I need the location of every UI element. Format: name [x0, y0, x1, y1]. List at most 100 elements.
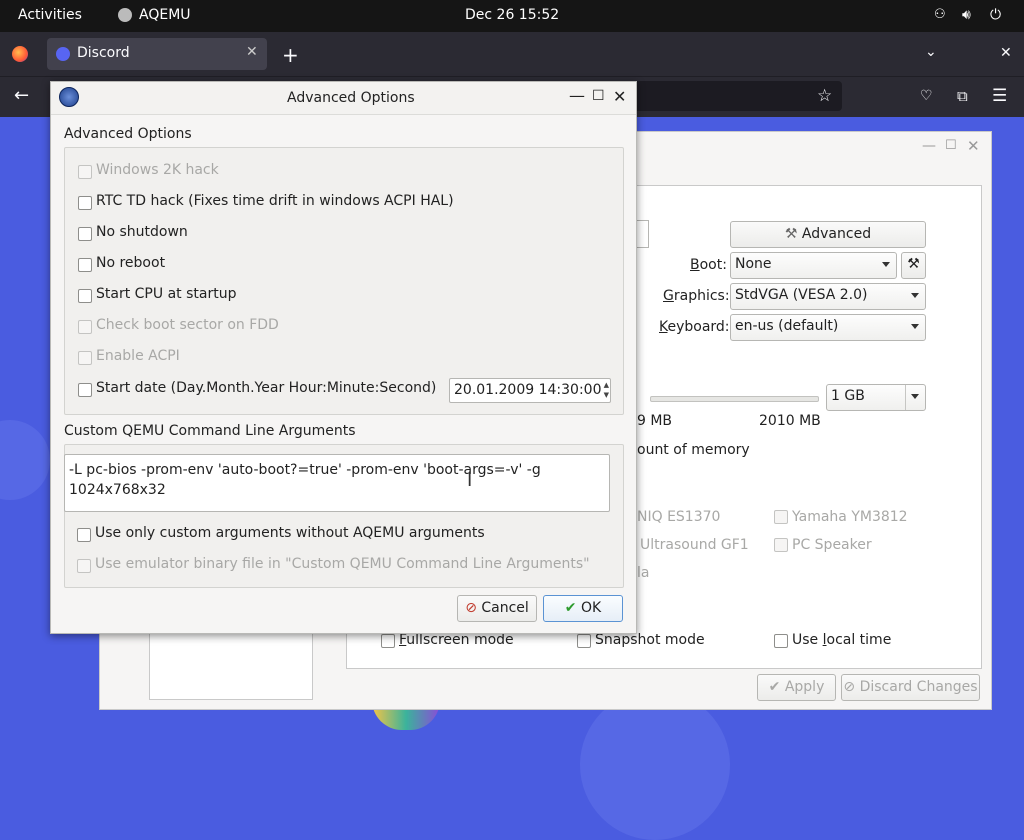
input-edge[interactable] [636, 220, 649, 248]
snapshot-checkbox[interactable] [577, 634, 591, 648]
app-menu[interactable]: AQEMU [139, 7, 191, 23]
chevron-down-icon [911, 293, 919, 298]
cancel-label: Cancel [481, 600, 529, 616]
option-label: No reboot [96, 255, 166, 271]
boot-combo[interactable]: None [730, 252, 897, 279]
chevron-down-icon [911, 394, 919, 399]
maximize-icon[interactable]: ☐ [945, 138, 957, 153]
firefox-icon[interactable] [12, 46, 28, 62]
advanced-button[interactable]: ⚒ Advanced [730, 221, 926, 248]
checkbox[interactable] [78, 383, 92, 397]
advanced-options-dialog: Advanced Options — ☐ ✕ Advanced Options … [50, 81, 637, 634]
sound-pcspk-checkbox[interactable] [774, 538, 788, 552]
ok-button[interactable]: ✔ OK [543, 595, 623, 622]
discard-changes-button[interactable]: ⊘ Discard Changes [841, 674, 980, 701]
memory-min-label: 9 MB [637, 413, 673, 429]
discard-label: Discard Changes [859, 679, 978, 695]
dialog-titlebar: Advanced Options — ☐ ✕ [51, 82, 636, 115]
tools-icon: ⚒ [784, 226, 798, 242]
pocket-icon[interactable]: ♡ [920, 88, 933, 104]
fullscreen-checkbox[interactable] [381, 634, 395, 648]
list-tabs-icon[interactable]: ⌄ [925, 44, 937, 60]
menu-icon[interactable]: ☰ [992, 86, 1007, 106]
memory-note: ount of memory [637, 442, 750, 458]
option-label: Use only custom arguments without AQEMU … [95, 525, 485, 541]
new-tab-button[interactable]: + [282, 43, 299, 67]
checkbox[interactable] [78, 165, 92, 179]
checkbox[interactable] [78, 196, 92, 210]
memory-slider[interactable] [650, 396, 819, 402]
ok-label: OK [580, 600, 602, 616]
option-label: Use emulator binary file in "Custom QEMU… [95, 556, 590, 572]
close-window-icon[interactable]: ✕ [1000, 45, 1012, 61]
cancel-button[interactable]: ⊘ Cancel [457, 595, 537, 622]
minimize-icon[interactable]: — [569, 86, 585, 105]
option-check-boot-sector[interactable]: Check boot sector on FDD [78, 317, 598, 337]
tab-discord[interactable]: Discord ✕ [47, 38, 267, 70]
snapshot-label: Snapshot mode [595, 632, 705, 648]
close-icon[interactable]: ✕ [967, 137, 980, 155]
network-icon[interactable]: ⚇ [934, 7, 946, 22]
aqemu-logo-icon [59, 87, 79, 107]
clock[interactable]: Dec 26 15:52 [465, 7, 559, 23]
start-date-value: 20.01.2009 14:30:00 [454, 382, 602, 398]
checkbox[interactable] [78, 320, 92, 334]
custom-args-input[interactable]: -L pc-bios -prom-env 'auto-boot?=true' -… [64, 454, 610, 512]
chevron-down-icon [882, 262, 890, 267]
spin-arrows-icon[interactable]: ▲ ▼ [604, 380, 609, 400]
checkbox[interactable] [78, 227, 92, 241]
extensions-icon[interactable]: ⧉ [957, 87, 968, 105]
option-start-date[interactable]: Start date (Day.Month.Year Hour:Minute:S… [78, 380, 448, 400]
option-enable-acpi[interactable]: Enable ACPI [78, 348, 598, 368]
option-label: Windows 2K hack [96, 162, 219, 178]
option-rtc-td-hack[interactable]: RTC TD hack (Fixes time drift in windows… [78, 193, 598, 213]
chevron-down-icon [911, 324, 919, 329]
activities-button[interactable]: Activities [18, 7, 82, 23]
bg-decoration [0, 420, 50, 500]
maximize-icon[interactable]: ☐ [592, 88, 605, 104]
option-no-shutdown[interactable]: No shutdown [78, 224, 598, 244]
boot-label: Boot: [690, 257, 727, 273]
close-tab-icon[interactable]: ✕ [246, 44, 258, 60]
option-use-emulator-binary[interactable]: Use emulator binary file in "Custom QEMU… [77, 556, 607, 576]
option-win2k-hack[interactable]: Windows 2K hack [78, 162, 598, 182]
back-icon[interactable]: ← [14, 85, 29, 106]
option-label: Start date (Day.Month.Year Hour:Minute:S… [96, 380, 437, 396]
advanced-options-group: Windows 2K hack RTC TD hack (Fixes time … [64, 147, 624, 415]
start-date-input[interactable]: 20.01.2009 14:30:00 ▲ ▼ [449, 378, 611, 403]
sound-ym3812-label: Yamaha YM3812 [792, 509, 908, 525]
local-time-label: Use local time [792, 632, 892, 648]
checkbox[interactable] [78, 289, 92, 303]
checkbox[interactable] [78, 351, 92, 365]
checkbox[interactable] [77, 528, 91, 542]
checkmark-icon: ✔ [768, 679, 781, 695]
keyboard-combo[interactable]: en-us (default) [730, 314, 926, 341]
boot-settings-button[interactable]: ⚒ [901, 252, 926, 279]
volume-icon[interactable]: 🔊︎ [962, 7, 971, 23]
group-advanced-title: Advanced Options [64, 126, 192, 142]
advanced-button-label: Advanced [801, 226, 872, 242]
sound-es1370-label: NIQ ES1370 [637, 509, 721, 525]
option-label: RTC TD hack (Fixes time drift in windows… [96, 193, 454, 209]
text-cursor-icon: I [467, 470, 473, 491]
apply-button[interactable]: ✔ Apply [757, 674, 836, 701]
group-custom-args-title: Custom QEMU Command Line Arguments [64, 423, 356, 439]
memory-combo[interactable]: 1 GB [826, 384, 926, 411]
option-use-only-custom[interactable]: Use only custom arguments without AQEMU … [77, 525, 577, 545]
checkbox[interactable] [78, 258, 92, 272]
checkbox[interactable] [77, 559, 91, 573]
option-start-cpu[interactable]: Start CPU at startup [78, 286, 598, 306]
aqemu-app-icon [118, 8, 132, 22]
local-time-checkbox[interactable] [774, 634, 788, 648]
option-no-reboot[interactable]: No reboot [78, 255, 598, 275]
close-icon[interactable]: ✕ [613, 87, 626, 106]
boot-value: None [735, 256, 772, 272]
dialog-title: Advanced Options [287, 90, 415, 106]
graphics-combo[interactable]: StdVGA (VESA 2.0) [730, 283, 926, 310]
sound-ym3812-checkbox[interactable] [774, 510, 788, 524]
sound-gf1-label: Ultrasound GF1 [640, 537, 749, 553]
wrench-icon: ⚒ [907, 256, 920, 272]
bookmark-star-icon[interactable]: ☆ [817, 86, 832, 106]
power-icon[interactable]: ⏻ [990, 7, 1001, 23]
minimize-icon[interactable]: — [922, 138, 936, 154]
